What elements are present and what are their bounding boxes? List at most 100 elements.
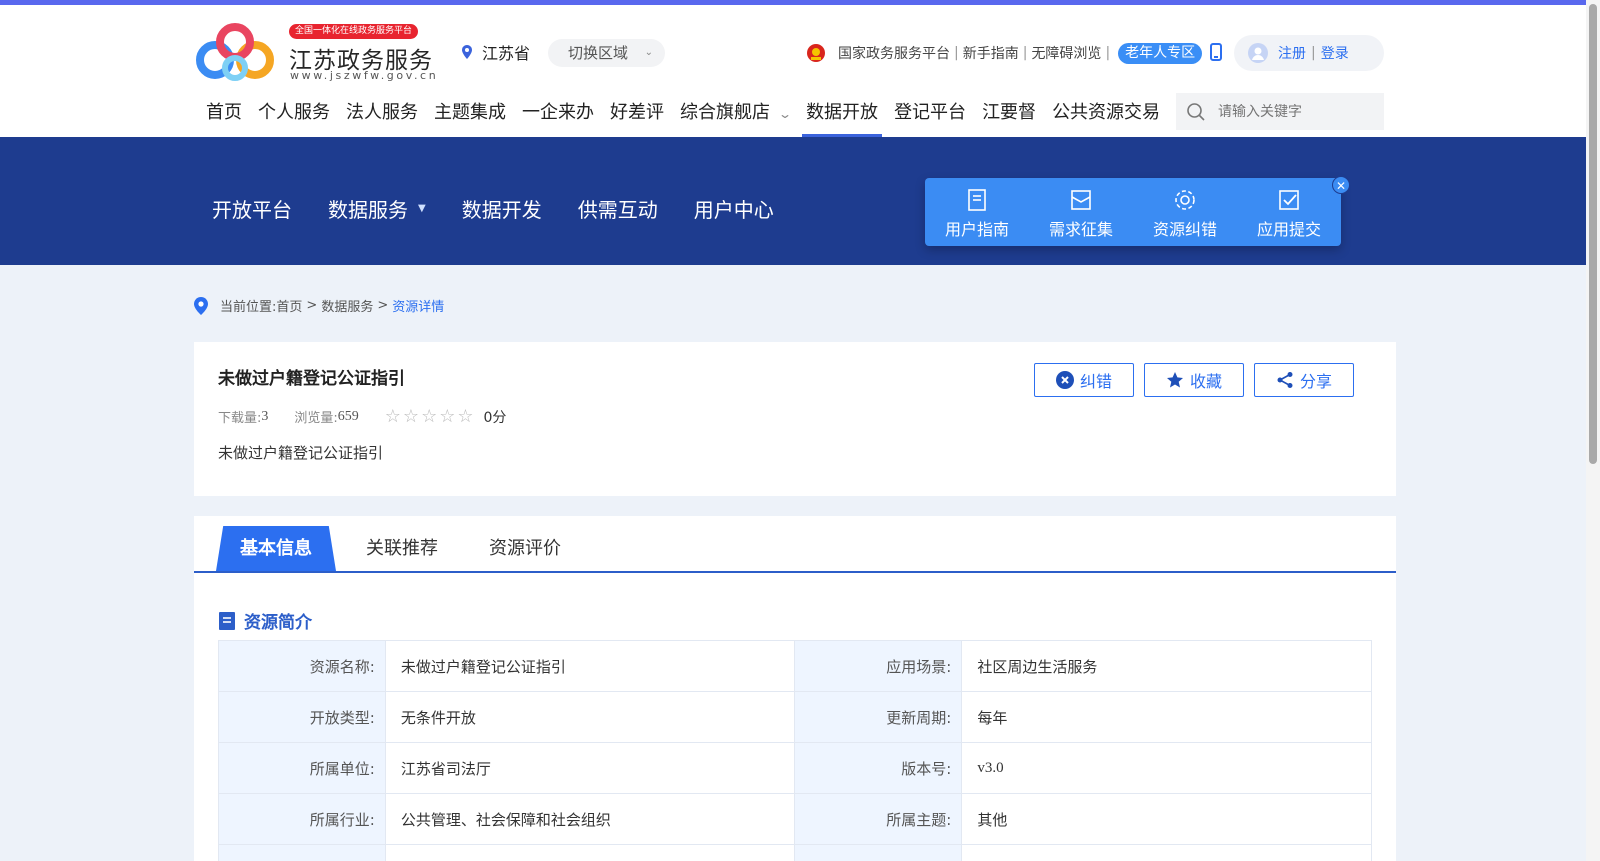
nav-one-enterprise[interactable]: 一企来办 <box>514 90 602 138</box>
info-value: 江苏省司法厅 <box>384 742 796 794</box>
close-circle-icon <box>1055 371 1074 389</box>
info-value: 无条件开放 <box>384 691 796 743</box>
avatar-icon <box>1248 43 1268 63</box>
info-value: 未做过户籍登记公证指引 <box>384 640 796 692</box>
logo-rings-icon <box>196 23 274 81</box>
share-icon <box>1277 372 1293 388</box>
subnav-data-development[interactable]: 数据开发 <box>462 194 542 223</box>
nav-legal-service[interactable]: 法人服务 <box>338 90 426 138</box>
subnav-data-service[interactable]: 数据服务 ▼ <box>328 194 426 223</box>
info-value: 公共管理、社会保障和社会组织 <box>384 793 796 845</box>
table-row: 所属行业: 公共管理、社会保障和社会组织 所属主题: 其他 <box>218 793 1372 845</box>
close-icon[interactable]: ✕ <box>1332 176 1350 194</box>
quick-resource-correction[interactable]: 资源纠错 <box>1133 178 1237 246</box>
data-platform-nav: 开放平台 数据服务 ▼ 数据开发 供需互动 用户中心 <box>212 194 810 223</box>
breadcrumb-sep: > <box>377 298 389 313</box>
link-separator: | <box>1105 45 1111 61</box>
star-icon[interactable]: ☆ <box>403 406 419 427</box>
star-icon[interactable]: ☆ <box>385 406 401 427</box>
site-logo[interactable]: 全国一体化在线政务服务平台 江苏政务服务 www.jszwfw.gov.cn <box>193 20 436 84</box>
mobile-phone-icon[interactable] <box>1210 43 1222 61</box>
quick-user-guide[interactable]: 用户指南 <box>925 178 1029 246</box>
nav-public-resources[interactable]: 公共资源交易 <box>1044 90 1168 138</box>
resource-info-table: 资源名称: 未做过户籍登记公证指引 应用场景: 社区周边生活服务 开放类型: 无… <box>218 640 1372 861</box>
switch-region-button[interactable]: 切换区域 ⌄ <box>548 39 665 67</box>
table-row: 开放类型: 无条件开放 更新周期: 每年 <box>218 691 1372 743</box>
link-national-platform[interactable]: 国家政务服务平台 <box>838 43 950 63</box>
section-title: 资源简介 <box>218 608 312 633</box>
link-new-user-guide[interactable]: 新手指南 <box>963 43 1019 63</box>
resource-detail-card: 基本信息 关联推荐 资源评价 资源简介 资源名称: 未做过户籍登记公证指引 应用… <box>194 516 1396 861</box>
tab-basic-info[interactable]: 基本信息 <box>216 526 336 571</box>
nav-registration[interactable]: 登记平台 <box>886 90 974 138</box>
info-key: 开放类型: <box>218 691 386 743</box>
star-filled-icon <box>1166 372 1183 388</box>
quick-demand-collection[interactable]: 需求征集 <box>1029 178 1133 246</box>
info-value: 社区周边生活服务 <box>961 640 1372 692</box>
bookmark-doc-icon <box>968 189 986 211</box>
quick-demand-collection-label: 需求征集 <box>1048 220 1113 239</box>
favorite-button[interactable]: 收藏 <box>1144 363 1244 397</box>
subnav-supply-demand[interactable]: 供需互动 <box>578 194 658 223</box>
quick-user-guide-label: 用户指南 <box>944 220 1009 239</box>
tab-related[interactable]: 关联推荐 <box>366 526 438 571</box>
detail-tabs: 基本信息 关联推荐 资源评价 <box>194 526 1396 573</box>
register-link[interactable]: 注册 <box>1278 43 1306 63</box>
logo-url: www.jszwfw.gov.cn <box>290 69 439 82</box>
location-pin-icon <box>194 296 208 315</box>
nav-flagship-store[interactable]: 综合旗舰店 ⌄ <box>672 90 798 138</box>
main-nav: 首页 个人服务 法人服务 主题集成 一企来办 好差评 综合旗舰店 ⌄ 数据开放 登… <box>198 90 1168 138</box>
nav-evaluation[interactable]: 好差评 <box>602 90 672 138</box>
login-link[interactable]: 登录 <box>1321 43 1349 63</box>
subnav-open-platform[interactable]: 开放平台 <box>212 194 292 223</box>
location-text: 江苏省 <box>482 44 531 63</box>
nav-home[interactable]: 首页 <box>198 90 250 138</box>
info-key: 所属行业: <box>218 793 386 845</box>
nav-supervision[interactable]: 江要督 <box>974 90 1044 138</box>
check-box-icon <box>1279 190 1299 210</box>
link-separator: | <box>1022 45 1028 61</box>
breadcrumb-home[interactable]: 首页 <box>276 296 302 315</box>
scrollbar-thumb[interactable] <box>1589 4 1597 464</box>
user-login-box: 注册 | 登录 <box>1234 35 1384 71</box>
subnav-user-center[interactable]: 用户中心 <box>694 194 774 223</box>
share-button[interactable]: 分享 <box>1254 363 1354 397</box>
chevron-down-icon: ⌄ <box>777 107 793 121</box>
page-scrollbar[interactable] <box>1586 0 1600 861</box>
section-title-text: 资源简介 <box>244 613 312 633</box>
link-separator: | <box>954 45 959 61</box>
nav-theme-integration[interactable]: 主题集成 <box>426 90 514 138</box>
correct-button[interactable]: 纠错 <box>1034 363 1134 397</box>
rating-score: 0分 <box>483 409 507 426</box>
star-icon[interactable]: ☆ <box>421 406 437 427</box>
info-key <box>794 844 963 861</box>
table-row <box>218 844 1372 861</box>
breadcrumb-current: 资源详情 <box>392 300 445 315</box>
caret-down-icon: ▼ <box>418 203 426 214</box>
link-accessibility[interactable]: 无障碍浏览 <box>1031 43 1101 63</box>
search-icon[interactable] <box>1186 102 1206 122</box>
info-key: 所属主题: <box>794 793 963 845</box>
favorite-button-label: 收藏 <box>1189 372 1222 391</box>
nav-personal-service[interactable]: 个人服务 <box>250 90 338 138</box>
quick-actions-panel: 用户指南 需求征集 资源纠错 应用提交 ✕ <box>925 176 1350 246</box>
current-location: 江苏省 <box>462 40 530 64</box>
gear-icon <box>1175 190 1195 210</box>
tab-evaluation[interactable]: 资源评价 <box>489 526 561 571</box>
nav-data-open[interactable]: 数据开放 <box>798 90 886 138</box>
top-links: 国家政务服务平台 | 新手指南 | 无障碍浏览 | 老年人专区 <box>806 40 1203 66</box>
share-button-label: 分享 <box>1299 372 1332 391</box>
elder-zone-button[interactable]: 老年人专区 <box>1118 42 1203 64</box>
breadcrumb-data-service[interactable]: 数据服务 <box>321 296 373 315</box>
resource-title: 未做过户籍登记公证指引 <box>218 369 405 389</box>
quick-app-submit[interactable]: 应用提交 <box>1237 178 1341 246</box>
star-icon[interactable]: ☆ <box>457 406 473 427</box>
info-key: 更新周期: <box>794 691 963 743</box>
downloads-count: 3 <box>261 408 269 424</box>
star-icon[interactable]: ☆ <box>439 406 455 427</box>
rating-stars[interactable]: ☆ ☆ ☆ ☆ ☆ <box>385 406 476 427</box>
breadcrumb-prefix: 当前位置: <box>220 300 277 315</box>
downloads-label: 下载量: <box>218 411 262 426</box>
views-label: 浏览量: <box>294 411 338 426</box>
search-input[interactable] <box>1218 103 1368 120</box>
